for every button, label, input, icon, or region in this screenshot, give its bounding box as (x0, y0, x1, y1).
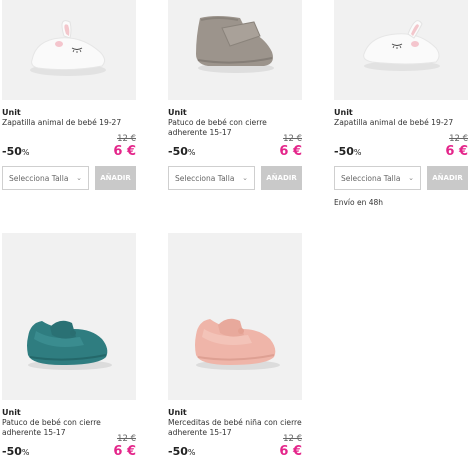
product-image[interactable] (334, 0, 468, 100)
product-actions: Selecciona Talla ⌄ AÑADIR (334, 166, 468, 190)
product-brand: Unit (168, 408, 187, 417)
size-select-label: Selecciona Talla (9, 173, 69, 183)
discount-unit: % (21, 148, 30, 157)
product-card[interactable]: Unit Merceditas de bebé niña con cierre … (168, 233, 302, 464)
discount-unit: % (187, 148, 196, 157)
price-block: 12 € -50% 6 € (2, 134, 136, 164)
size-select[interactable]: Selecciona Talla ⌄ (168, 166, 255, 190)
product-brand: Unit (334, 108, 353, 117)
product-image[interactable] (168, 0, 302, 100)
product-card[interactable]: Unit Patuco de bebé con cierre adherente… (168, 0, 302, 190)
size-select[interactable]: Selecciona Talla ⌄ (2, 166, 89, 190)
sale-price: 6 € (279, 444, 302, 459)
product-card[interactable]: Unit Patuco de bebé con cierre adherente… (2, 233, 136, 464)
discount-badge: -50% (2, 145, 29, 158)
sale-price: 6 € (279, 144, 302, 159)
product-actions: Selecciona Talla ⌄ AÑADIR (168, 166, 302, 190)
discount-value: -50 (334, 145, 354, 158)
chevron-down-icon: ⌄ (76, 174, 82, 182)
product-name[interactable]: Zapatilla animal de bebé 19-27 (2, 118, 136, 128)
discount-badge: -50% (2, 445, 29, 458)
product-card[interactable]: Unit Zapatilla animal de bebé 19-27 12 €… (334, 0, 468, 207)
old-price: 12 € (117, 134, 136, 144)
old-price: 12 € (283, 134, 302, 144)
sale-price: 6 € (113, 444, 136, 459)
product-brand: Unit (168, 108, 187, 117)
old-price: 12 € (283, 434, 302, 444)
size-select[interactable]: Selecciona Talla ⌄ (334, 166, 421, 190)
discount-value: -50 (2, 145, 22, 158)
discount-value: -50 (168, 445, 188, 458)
white-bunny-slipper-image (363, 20, 440, 71)
product-brand: Unit (2, 408, 21, 417)
old-price: 12 € (117, 434, 136, 444)
white-bunny-slipper-image (30, 20, 106, 76)
product-image[interactable] (2, 0, 136, 100)
product-card[interactable]: Unit Zapatilla animal de bebé 19-27 12 €… (2, 0, 136, 190)
discount-unit: % (187, 448, 196, 457)
add-to-cart-button[interactable]: AÑADIR (427, 166, 468, 190)
add-to-cart-button[interactable]: AÑADIR (261, 166, 302, 190)
teal-mary-jane-image (27, 320, 112, 370)
sale-price: 6 € (113, 144, 136, 159)
shipping-info: Envío en 48h (334, 198, 384, 207)
discount-badge: -50% (168, 145, 195, 158)
product-image[interactable] (2, 233, 136, 400)
discount-badge: -50% (168, 445, 195, 458)
product-brand: Unit (2, 108, 21, 117)
product-actions: Selecciona Talla ⌄ AÑADIR (2, 166, 136, 190)
sale-price: 6 € (445, 144, 468, 159)
discount-badge: -50% (334, 145, 361, 158)
size-select-label: Selecciona Talla (341, 173, 401, 183)
discount-value: -50 (2, 445, 22, 458)
discount-unit: % (353, 148, 362, 157)
discount-unit: % (21, 448, 30, 457)
price-block: 12 € -50% 6 € (334, 134, 468, 164)
size-select-label: Selecciona Talla (175, 173, 235, 183)
product-image[interactable] (168, 233, 302, 400)
old-price: 12 € (449, 134, 468, 144)
price-block: 12 € -50% 6 € (2, 434, 136, 464)
pink-mary-jane-image (195, 318, 280, 370)
discount-value: -50 (168, 145, 188, 158)
add-to-cart-button[interactable]: AÑADIR (95, 166, 136, 190)
price-block: 12 € -50% 6 € (168, 134, 302, 164)
chevron-down-icon: ⌄ (408, 174, 414, 182)
price-block: 12 € -50% 6 € (168, 434, 302, 464)
product-name[interactable]: Zapatilla animal de bebé 19-27 (334, 118, 468, 128)
grey-bootie-image (196, 16, 274, 73)
chevron-down-icon: ⌄ (242, 174, 248, 182)
